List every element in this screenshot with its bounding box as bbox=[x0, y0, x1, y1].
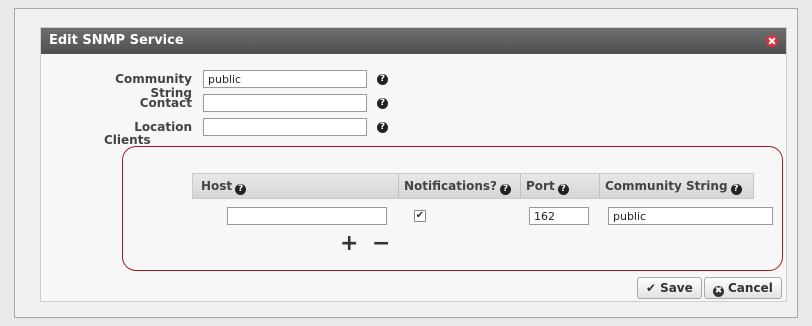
save-button[interactable]: ✔ Save bbox=[637, 277, 702, 299]
question-circle-icon[interactable]: ? bbox=[377, 74, 388, 85]
location-input[interactable] bbox=[203, 118, 367, 136]
column-header-community-string: Community String? bbox=[605, 179, 742, 195]
cancel-circle-icon: ✖ bbox=[713, 286, 724, 297]
add-client-button[interactable]: + bbox=[340, 233, 358, 255]
question-circle-icon[interactable]: ? bbox=[499, 184, 511, 195]
question-circle-icon[interactable]: ? bbox=[235, 184, 247, 195]
client-host-input[interactable] bbox=[227, 207, 387, 225]
contact-input[interactable] bbox=[203, 94, 367, 112]
clients-table-header: Host? Notifications?? Port? Community St… bbox=[192, 173, 754, 199]
clients-label: Clients bbox=[104, 133, 151, 147]
question-circle-icon[interactable]: ? bbox=[557, 184, 569, 195]
client-community-string-input[interactable] bbox=[608, 207, 773, 225]
question-circle-icon[interactable]: ? bbox=[377, 122, 388, 133]
location-label: Location bbox=[134, 120, 192, 134]
column-header-host: Host? bbox=[201, 179, 247, 195]
column-divider bbox=[520, 174, 521, 198]
contact-label: Contact bbox=[139, 96, 192, 110]
column-header-port: Port? bbox=[526, 179, 569, 195]
column-divider bbox=[599, 174, 600, 198]
close-icon[interactable] bbox=[766, 35, 778, 47]
client-port-input[interactable] bbox=[529, 207, 589, 225]
dialog-title: Edit SNMP Service bbox=[49, 33, 184, 48]
question-circle-icon[interactable]: ? bbox=[377, 98, 388, 109]
remove-client-button[interactable]: − bbox=[372, 233, 390, 255]
check-icon: ✔ bbox=[646, 281, 657, 295]
column-divider bbox=[398, 174, 399, 198]
question-circle-icon[interactable]: ? bbox=[730, 184, 742, 195]
cancel-button[interactable]: ✖ Cancel bbox=[704, 277, 782, 299]
column-header-notifications: Notifications?? bbox=[404, 179, 511, 195]
community-string-input[interactable] bbox=[203, 70, 367, 88]
client-notifications-checkbox[interactable]: ✔ bbox=[414, 210, 426, 222]
dialog-titlebar: Edit SNMP Service bbox=[41, 28, 786, 54]
